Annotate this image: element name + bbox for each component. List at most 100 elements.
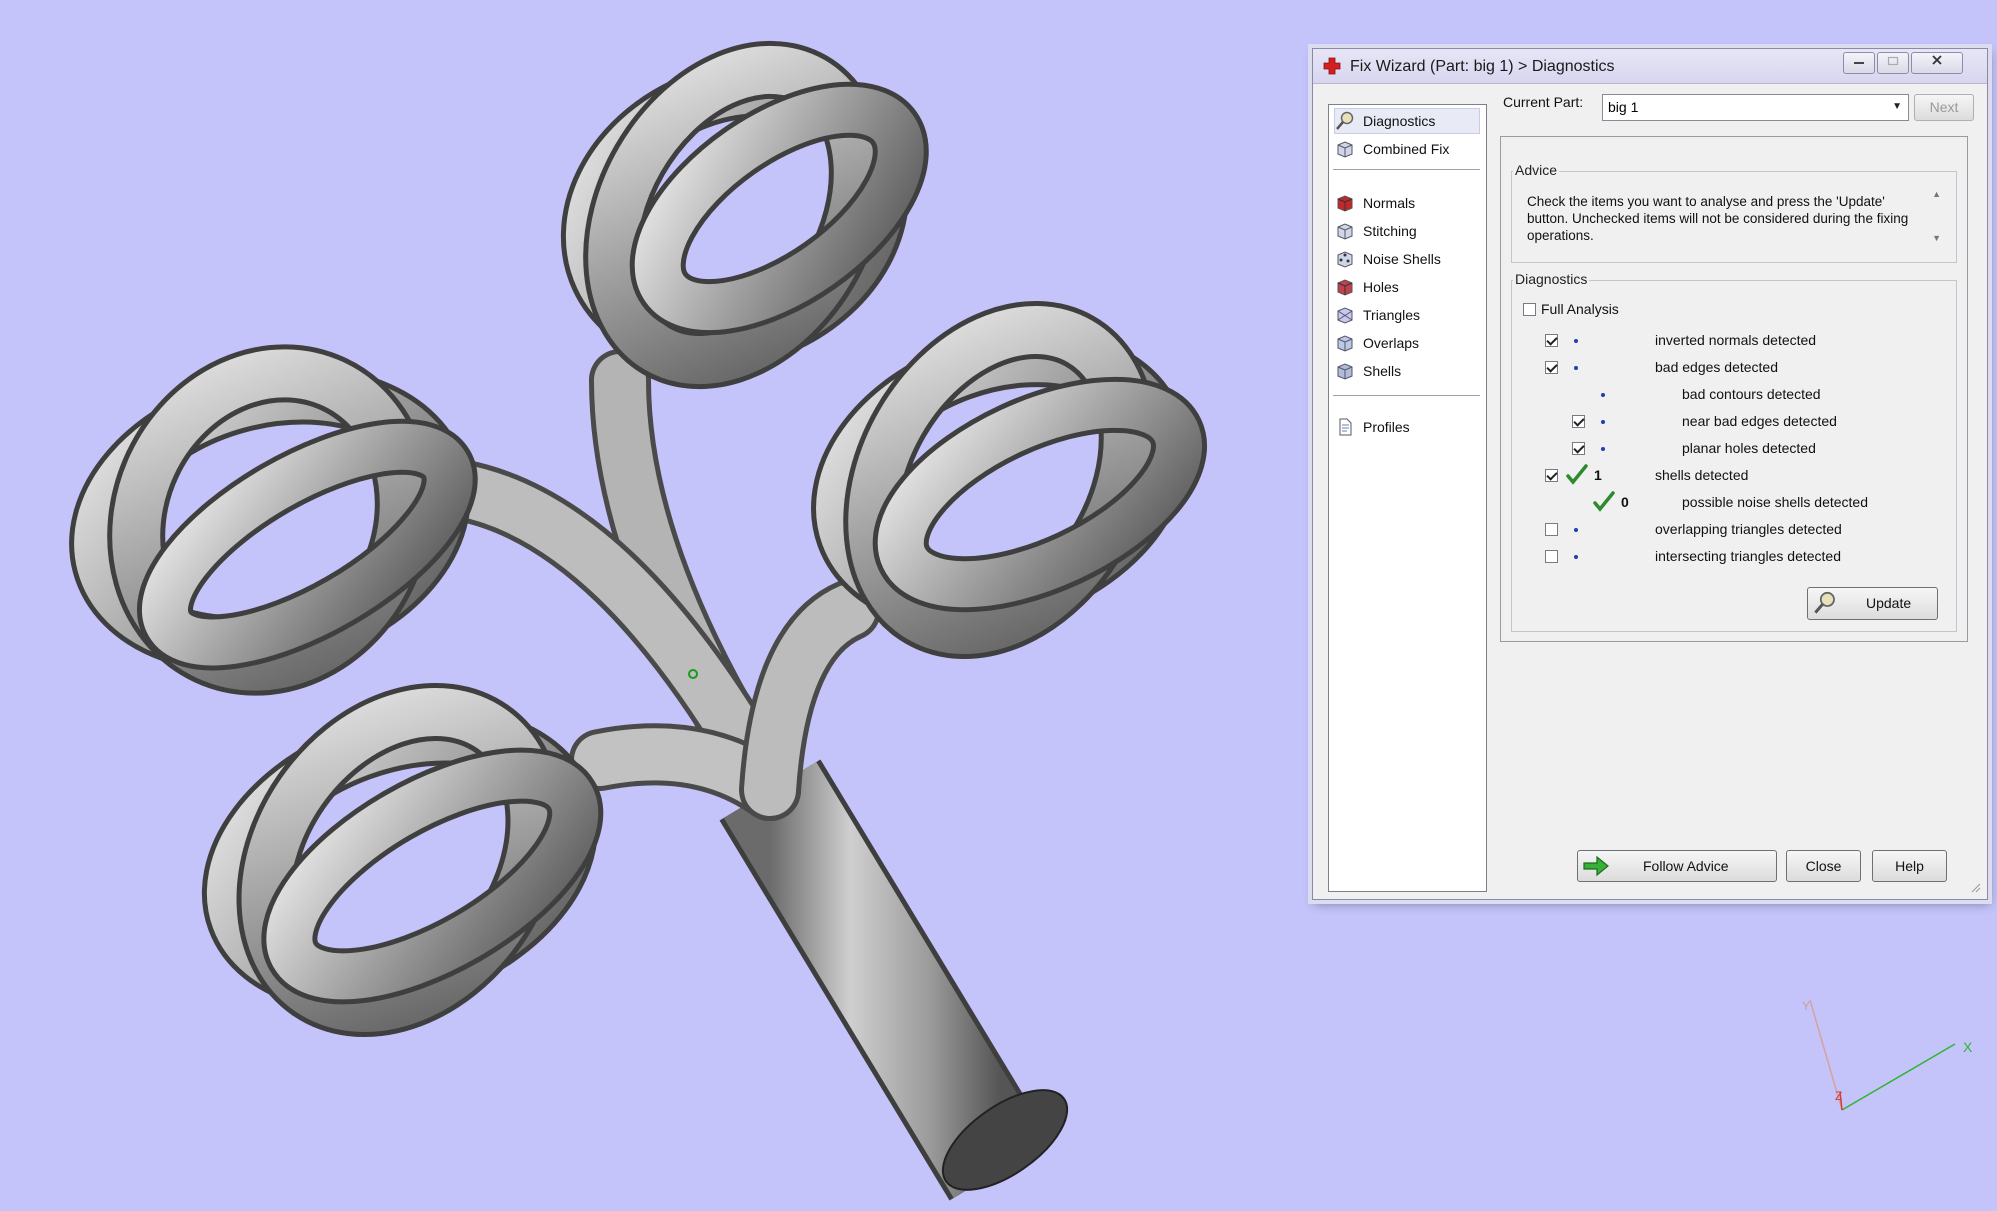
inverted-normals-label: inverted normals detected <box>1655 332 1817 348</box>
sidebar-item-overlaps[interactable]: Overlaps <box>1335 331 1479 355</box>
close-window-button[interactable] <box>1911 52 1963 74</box>
sidebar-item-label: Combined Fix <box>1363 141 1450 157</box>
wizard-sidebar: Diagnostics Combined Fix Normals Stitchi… <box>1328 104 1487 892</box>
close-icon <box>1932 55 1942 65</box>
sidebar-item-diagnostics[interactable]: Diagnostics <box>1334 108 1480 134</box>
next-button[interactable]: Next <box>1914 94 1974 121</box>
status-dot <box>1601 420 1605 424</box>
advice-textbox: Check the items you want to analyse and … <box>1519 185 1949 253</box>
full-analysis-label: Full Analysis <box>1541 301 1619 317</box>
advice-text: Check the items you want to analyse and … <box>1527 194 1909 243</box>
status-dot <box>1574 366 1578 370</box>
axis-z-label: Z <box>1835 1089 1842 1103</box>
resize-grip-icon[interactable] <box>1969 881 1981 893</box>
help-button-label: Help <box>1895 858 1924 874</box>
checkmark-icon <box>1593 491 1615 512</box>
status-dot <box>1574 339 1578 343</box>
close-button[interactable]: Close <box>1786 850 1861 882</box>
axis-x-label: X <box>1963 1039 1973 1055</box>
sidebar-divider <box>1333 169 1480 170</box>
sidebar-item-profiles[interactable]: Profiles <box>1335 415 1479 439</box>
green-arrow-icon <box>1583 855 1609 877</box>
scroll-up-icon[interactable]: ▲ <box>1932 189 1941 199</box>
magnifier-icon <box>1336 111 1354 130</box>
maximize-button[interactable] <box>1877 52 1909 74</box>
checkmark-icon <box>1566 464 1588 485</box>
document-icon <box>1339 418 1352 436</box>
inverted-normals-checkbox[interactable] <box>1545 334 1558 347</box>
status-dot <box>1601 447 1605 451</box>
sidebar-item-noise-shells[interactable]: Noise Shells <box>1335 247 1479 271</box>
sidebar-item-label: Normals <box>1363 195 1416 211</box>
sidebar-item-stitching[interactable]: Stitching <box>1335 219 1479 243</box>
sidebar-item-label: Diagnostics <box>1363 113 1436 129</box>
scroll-down-icon[interactable]: ▼ <box>1932 233 1941 243</box>
bad-edges-checkbox[interactable] <box>1545 361 1558 374</box>
next-button-label: Next <box>1929 99 1959 115</box>
sidebar-item-triangles[interactable]: Triangles <box>1335 303 1479 327</box>
sidebar-item-label: Stitching <box>1363 223 1417 239</box>
bad-contours-label: bad contours detected <box>1682 386 1821 402</box>
sidebar-item-label: Holes <box>1363 279 1399 295</box>
stitching-cube-icon <box>1337 223 1353 240</box>
noise-shells-count: 0 <box>1621 494 1629 510</box>
sidebar-item-combined-fix[interactable]: Combined Fix <box>1335 137 1479 161</box>
axis-triad: X Y Z <box>1802 999 1973 1111</box>
noise-shells-cube-icon <box>1337 251 1353 268</box>
close-button-label: Close <box>1805 858 1842 874</box>
overlaps-cube-icon <box>1337 335 1353 352</box>
holes-cube-icon <box>1337 279 1353 296</box>
planar-holes-checkbox[interactable] <box>1572 442 1585 455</box>
sidebar-item-holes[interactable]: Holes <box>1335 275 1479 299</box>
current-part-label: Current Part: <box>1503 94 1584 110</box>
axis-y-label: Y <box>1802 999 1810 1013</box>
sidebar-item-shells[interactable]: Shells <box>1335 359 1479 383</box>
status-dot <box>1574 555 1578 559</box>
sidebar-item-label: Noise Shells <box>1363 251 1441 267</box>
maximize-icon <box>1887 56 1899 66</box>
sidebar-item-label: Profiles <box>1363 419 1410 435</box>
dialog-title: Fix Wizard (Part: big 1) > Diagnostics <box>1350 58 1615 75</box>
shells-cube-icon <box>1337 363 1353 380</box>
bad-edges-label: bad edges detected <box>1655 359 1778 375</box>
shells-label: shells detected <box>1655 467 1749 483</box>
normals-cube-icon <box>1337 195 1353 212</box>
sidebar-item-label: Shells <box>1363 363 1402 379</box>
planar-holes-label: planar holes detected <box>1682 440 1816 456</box>
knot-tree-model[interactable] <box>69 26 1207 1209</box>
current-part-value: big 1 <box>1608 99 1639 115</box>
sidebar-item-label: Triangles <box>1363 307 1421 323</box>
status-dot <box>1574 528 1578 532</box>
shells-count: 1 <box>1594 467 1602 483</box>
near-bad-edges-label: near bad edges detected <box>1682 413 1837 429</box>
follow-advice-button[interactable]: Follow Advice <box>1577 850 1777 882</box>
intersecting-triangles-label: intersecting triangles detected <box>1655 548 1841 564</box>
sidebar-item-label: Overlaps <box>1363 335 1420 351</box>
minimize-button[interactable] <box>1843 52 1875 74</box>
update-button-label: Update <box>1866 595 1912 611</box>
shells-checkbox[interactable] <box>1545 469 1558 482</box>
update-button[interactable]: Update <box>1807 587 1938 620</box>
cube-icon <box>1337 141 1353 158</box>
advice-legend: Advice <box>1513 162 1560 178</box>
full-analysis-checkbox[interactable] <box>1523 303 1536 316</box>
diagnostics-legend: Diagnostics <box>1513 271 1590 287</box>
triangles-cube-icon <box>1337 307 1353 324</box>
sidebar-item-normals[interactable]: Normals <box>1335 191 1479 215</box>
status-dot <box>1601 393 1605 397</box>
overlapping-triangles-label: overlapping triangles detected <box>1655 521 1842 537</box>
minimize-icon <box>1854 62 1864 64</box>
follow-advice-label: Follow Advice <box>1643 858 1729 874</box>
chevron-down-icon: ▼ <box>1892 101 1902 112</box>
sidebar-divider <box>1333 395 1480 396</box>
help-button[interactable]: Help <box>1872 850 1947 882</box>
wizard-main-panel: Advice Check the items you want to analy… <box>1500 136 1968 642</box>
overlapping-triangles-checkbox[interactable] <box>1545 523 1558 536</box>
intersecting-triangles-checkbox[interactable] <box>1545 550 1558 563</box>
current-part-select[interactable]: big 1 ▼ <box>1602 94 1909 121</box>
near-bad-edges-checkbox[interactable] <box>1572 415 1585 428</box>
magnifier-icon <box>1814 591 1835 614</box>
red-cross-icon <box>1323 57 1341 75</box>
fix-wizard-dialog[interactable]: Fix Wizard (Part: big 1) > Diagnostics D… <box>1312 48 1988 900</box>
dialog-titlebar[interactable]: Fix Wizard (Part: big 1) > Diagnostics <box>1313 49 1987 84</box>
